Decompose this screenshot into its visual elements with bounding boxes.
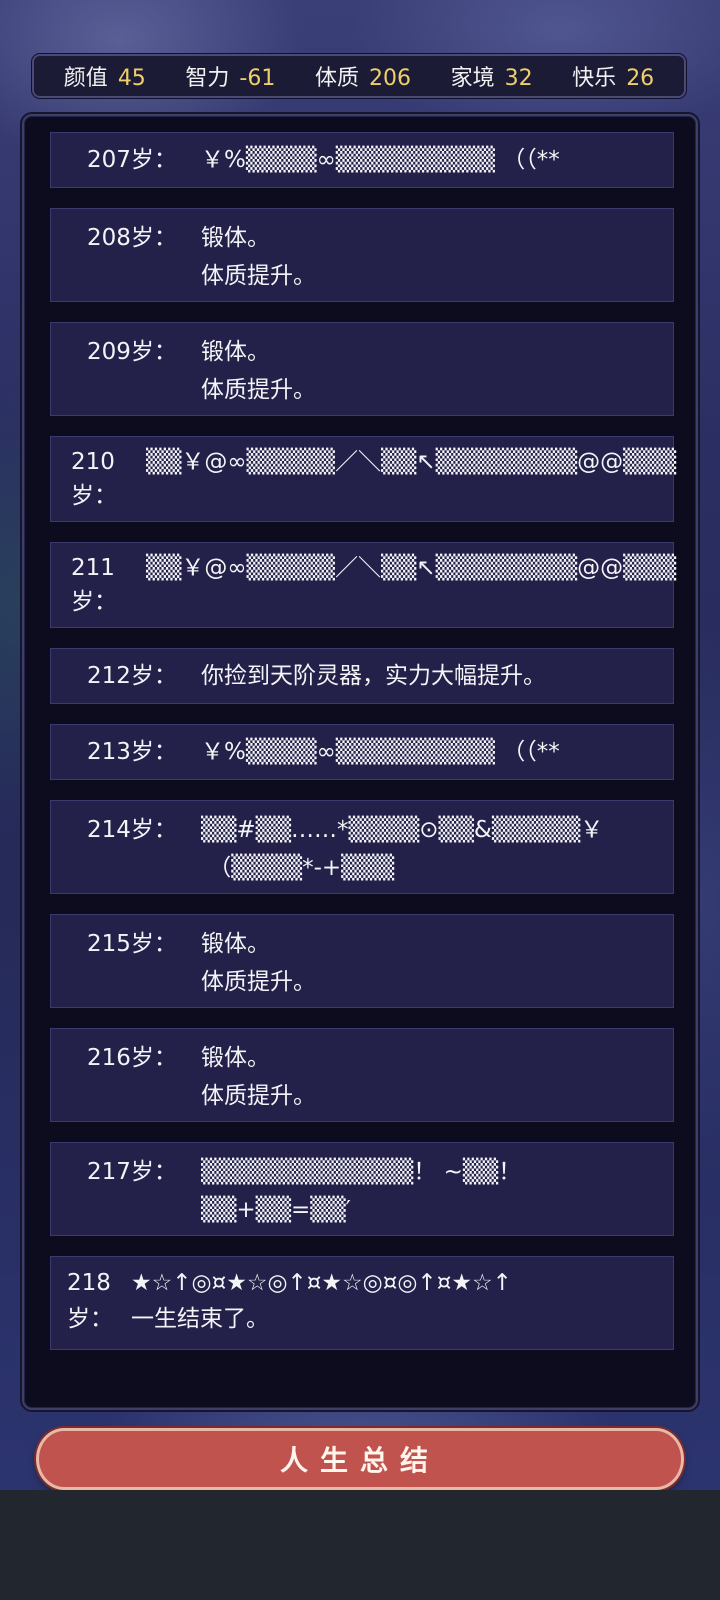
stat-happiness: 快乐 26	[572, 60, 654, 92]
stat-value: 32	[504, 66, 533, 91]
log-text: 锻体。 体质提升。	[201, 339, 316, 403]
log-text: 锻体。 体质提升。	[201, 225, 316, 289]
stat-label: 家境	[450, 66, 495, 91]
log-age: 216岁：	[87, 1045, 177, 1071]
stat-label: 智力	[185, 66, 230, 91]
stat-value: 45	[117, 66, 146, 91]
life-log-list[interactable]: 207岁： ￥%▒▒▒▒∞▒▒▒▒▒▒▒▒▒ （（** 208岁： 锻体。 体质…	[24, 116, 696, 1408]
life-log-panel[interactable]: 207岁： ￥%▒▒▒▒∞▒▒▒▒▒▒▒▒▒ （（** 208岁： 锻体。 体质…	[22, 114, 698, 1410]
log-text: 锻体。 体质提升。	[201, 931, 316, 995]
log-age: 215岁：	[87, 931, 177, 957]
log-age: 218岁：	[67, 1270, 113, 1332]
log-age: 214岁：	[87, 817, 177, 843]
log-entry: 216岁： 锻体。 体质提升。	[50, 1028, 674, 1122]
stat-family: 家境 32	[451, 60, 533, 92]
log-entry: 209岁： 锻体。 体质提升。	[50, 322, 674, 416]
log-text: ▒▒￥@∞▒▒▒▒▒／＼▒▒↖▒▒▒▒▒▒▒▒@@▒▒▒	[146, 555, 677, 581]
log-text: ￥%▒▒▒▒∞▒▒▒▒▒▒▒▒▒ （（**	[201, 147, 560, 173]
bottom-bar	[0, 1490, 720, 1600]
stat-label: 体质	[314, 66, 359, 91]
log-text: ▒▒￥@∞▒▒▒▒▒／＼▒▒↖▒▒▒▒▒▒▒▒@@▒▒▒	[146, 449, 677, 475]
log-text: ▒▒#▒▒……*▒▒▒▒⊙▒▒&▒▒▒▒▒￥ （▒▒▒▒*-+▒▒▒	[201, 817, 604, 881]
log-age: 212岁：	[87, 663, 177, 689]
log-entry: 218岁： ★☆↑◎¤★☆◎↑¤★☆◎¤◎↑¤★☆↑ 一生结束了。	[50, 1256, 674, 1350]
log-age: 211岁：	[71, 555, 117, 615]
log-entry: 217岁： ▒▒▒▒▒▒▒▒▒▒▒▒！ ~▒▒！ ▒▒+▒▒=▒▒′	[50, 1142, 674, 1236]
stat-constitution: 体质 206	[315, 60, 411, 92]
stat-label: 颜值	[63, 66, 108, 91]
log-entry: 212岁： 你捡到天阶灵器，实力大幅提升。	[50, 648, 674, 704]
log-entry: 208岁： 锻体。 体质提升。	[50, 208, 674, 302]
log-text: ▒▒▒▒▒▒▒▒▒▒▒▒！ ~▒▒！ ▒▒+▒▒=▒▒′	[201, 1159, 522, 1223]
stat-value: -61	[239, 66, 276, 91]
attributes-bar: 颜值 45 智力 -61 体质 206 家境 32 快乐 26	[32, 54, 686, 98]
log-entry: 207岁： ￥%▒▒▒▒∞▒▒▒▒▒▒▒▒▒ （（**	[50, 132, 674, 188]
log-age: 217岁：	[87, 1159, 177, 1185]
log-text: ￥%▒▒▒▒∞▒▒▒▒▒▒▒▒▒ （（**	[201, 739, 560, 765]
log-age: 209岁：	[87, 339, 177, 365]
log-entry: 215岁： 锻体。 体质提升。	[50, 914, 674, 1008]
stat-value: 206	[368, 66, 411, 91]
log-age: 213岁：	[87, 739, 177, 765]
log-text: 你捡到天阶灵器，实力大幅提升。	[201, 663, 546, 689]
log-age: 208岁：	[87, 225, 177, 251]
stat-value: 26	[626, 66, 655, 91]
log-text: 锻体。 体质提升。	[201, 1045, 316, 1109]
log-entry: 214岁： ▒▒#▒▒……*▒▒▒▒⊙▒▒&▒▒▒▒▒￥ （▒▒▒▒*-+▒▒▒	[50, 800, 674, 894]
log-text: ★☆↑◎¤★☆◎↑¤★☆◎¤◎↑¤★☆↑ 一生结束了。	[131, 1270, 512, 1332]
stat-intelligence: 智力 -61	[185, 60, 275, 92]
log-entry: 210岁： ▒▒￥@∞▒▒▒▒▒／＼▒▒↖▒▒▒▒▒▒▒▒@@▒▒▒	[50, 436, 677, 522]
stat-label: 快乐	[572, 66, 617, 91]
log-entry: 211岁： ▒▒￥@∞▒▒▒▒▒／＼▒▒↖▒▒▒▒▒▒▒▒@@▒▒▒	[50, 542, 677, 628]
stat-appearance: 颜值 45	[64, 60, 146, 92]
log-age: 210岁：	[71, 449, 117, 509]
log-entry: 213岁： ￥%▒▒▒▒∞▒▒▒▒▒▒▒▒▒ （（**	[50, 724, 674, 780]
log-age: 207岁：	[87, 147, 177, 173]
life-summary-button[interactable]: 人生总结	[36, 1428, 684, 1490]
